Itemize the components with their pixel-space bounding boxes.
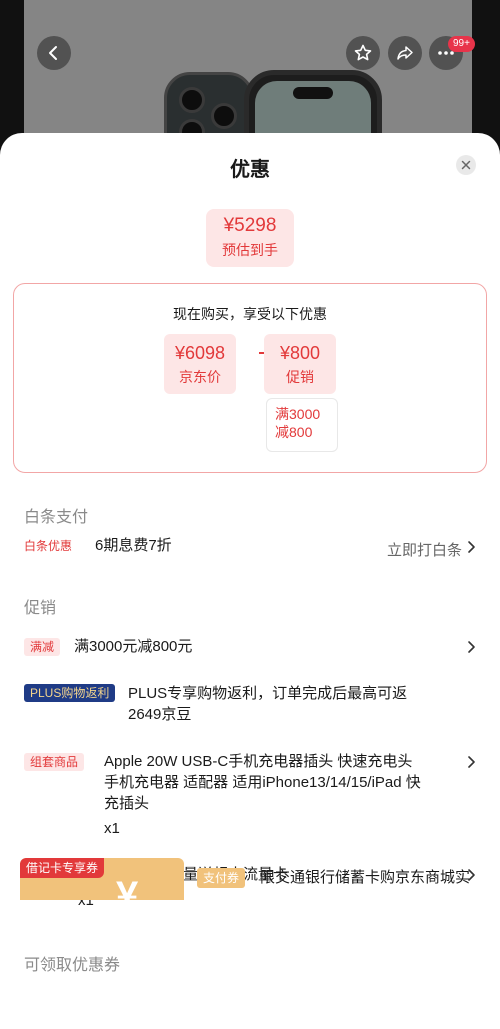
- section-title-baitiao: 白条支付: [24, 509, 89, 526]
- camera-lens: [179, 87, 205, 113]
- share-button[interactable]: [388, 36, 422, 70]
- phone-island: [293, 87, 333, 99]
- promo-tag-manjian: 满减: [24, 638, 61, 656]
- estimated-price-card: ¥5298 预估到手: [206, 209, 294, 267]
- close-icon: [461, 160, 471, 170]
- share-icon: [397, 46, 413, 60]
- promo-tag-plus: PLUS购物返利: [24, 684, 116, 702]
- coupon-description[interactable]: 限交通银行储蓄卡购京东商城实: [260, 866, 470, 887]
- promo-rule-line: 减800: [275, 424, 313, 440]
- jd-price-label: 京东价: [179, 369, 221, 385]
- plus-rebate-line: PLUS专享购物返利，订单完成后最高可返: [128, 685, 408, 702]
- camera-lens: [211, 103, 237, 129]
- bundle-qty: x1: [104, 820, 120, 837]
- star-icon: [354, 44, 372, 61]
- favorite-button[interactable]: [346, 36, 380, 70]
- baitiao-link[interactable]: 立即打白条: [387, 539, 462, 560]
- section-title-promotions: 促销: [24, 600, 57, 617]
- chevron-right-icon[interactable]: [466, 540, 476, 554]
- section-title-coupons: 可领取优惠券: [24, 957, 121, 974]
- jd-price-card: ¥6098 京东价: [164, 334, 236, 394]
- promo-amount: ¥800: [279, 343, 321, 363]
- notification-badge: 99+: [448, 36, 475, 52]
- chevron-right-icon[interactable]: [466, 640, 476, 654]
- coupon-card[interactable]: 借记卡专享券 ¥: [20, 858, 184, 900]
- estimated-price-label: 预估到手: [222, 242, 278, 258]
- promo-card: ¥800 促销: [264, 334, 336, 394]
- coupon-card-tag: 借记卡专享券: [20, 858, 105, 878]
- bundle-product-line[interactable]: Apple 20W USB-C手机充电器插头 快速充电头: [104, 751, 412, 772]
- bundle-product-line[interactable]: 手机充电器 适配器 适用iPhone13/14/15/iPad 快: [104, 772, 421, 793]
- promo-tag-bundle: 组套商品: [24, 753, 85, 771]
- discount-breakdown: 现在购买，享受以下优惠 ¥6098 京东价 ¥800 促销 满3000 减800: [13, 283, 487, 473]
- breakdown-caption: 现在购买，享受以下优惠: [173, 306, 327, 322]
- promo-rule-line: 满3000: [275, 406, 321, 422]
- bundle-product-line[interactable]: 充插头: [104, 793, 149, 814]
- estimated-price: ¥5298: [223, 215, 277, 236]
- baitiao-text: 6期息费7折: [95, 537, 172, 554]
- promo-text: 满3000元减800元: [74, 638, 193, 655]
- chevron-right-icon[interactable]: [466, 755, 476, 769]
- close-button[interactable]: [456, 155, 476, 175]
- pay-coupon-tag: 支付券: [197, 868, 246, 888]
- promo-rule-card: 满3000 减800: [266, 398, 338, 452]
- coupon-card-amount: ¥: [116, 874, 139, 900]
- back-arrow-icon: [49, 46, 57, 60]
- sheet-title: 优惠: [230, 159, 270, 181]
- jd-price: ¥6098: [174, 343, 226, 363]
- back-button[interactable]: [37, 36, 71, 70]
- plus-rebate-line: 2649京豆: [128, 706, 192, 723]
- promo-label: 促销: [286, 369, 314, 385]
- baitiao-tag: 白条优惠: [24, 539, 73, 553]
